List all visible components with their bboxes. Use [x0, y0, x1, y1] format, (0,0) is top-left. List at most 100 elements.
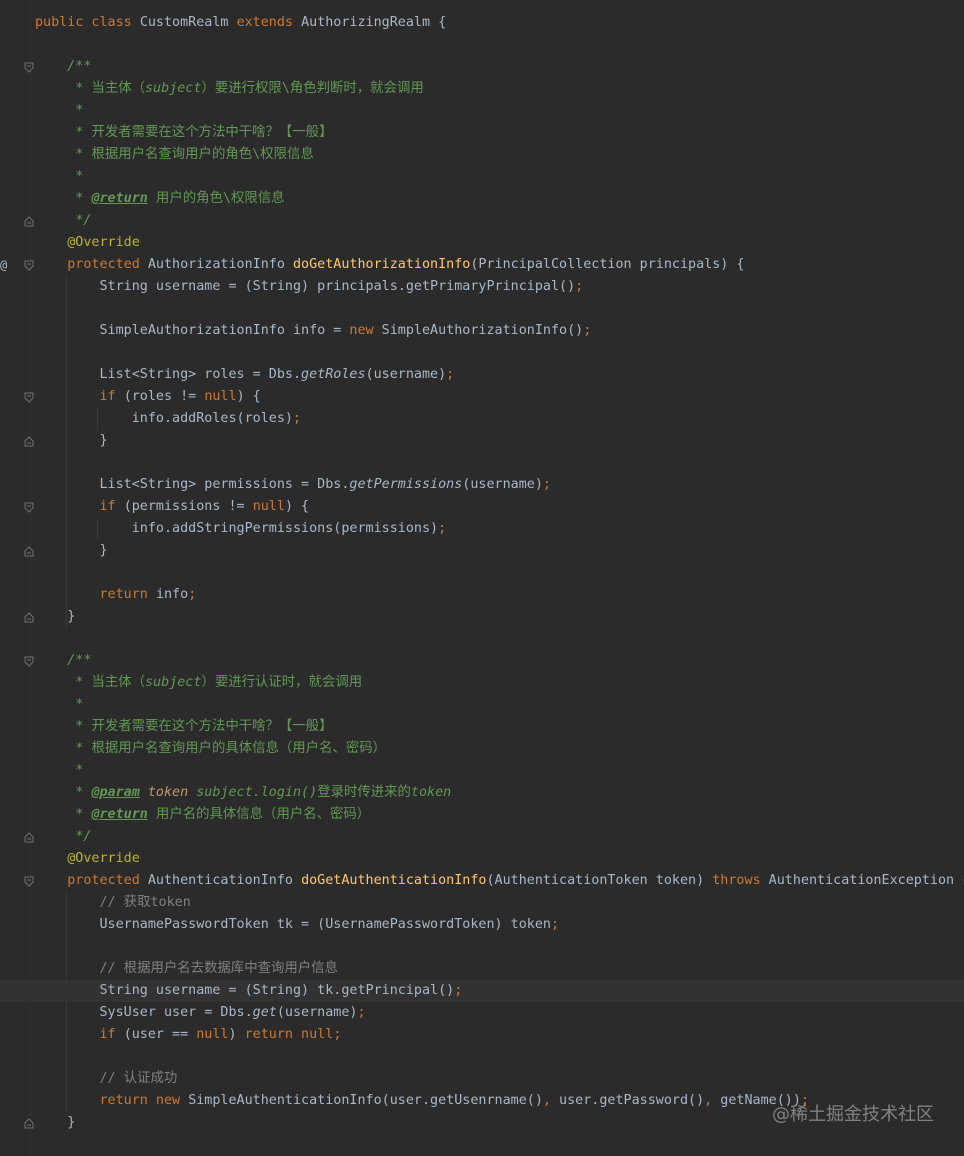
code-line-text: info.addStringPermissions(permissions);: [35, 518, 446, 540]
code-token: 用户名的具体信息（用户名、密码）: [147, 807, 371, 822]
code-line[interactable]: * 当主体（subject）要进行权限\角色判断时，就会调用: [0, 78, 964, 100]
code-line-text: public class CustomRealm extends Authori…: [35, 12, 446, 34]
code-line[interactable]: [0, 936, 964, 958]
code-line[interactable]: [0, 452, 964, 474]
code-line[interactable]: [0, 34, 964, 56]
code-line[interactable]: info.addRoles(roles);: [0, 408, 964, 430]
code-token: (PrincipalCollection principals) {: [470, 257, 745, 272]
code-line[interactable]: *: [0, 100, 964, 122]
code-token: SimpleAuthorizationInfo info =: [35, 323, 350, 338]
code-line[interactable]: [0, 1046, 964, 1068]
code-line[interactable]: String username = (String) principals.ge…: [0, 276, 964, 298]
code-line[interactable]: if (permissions != null) {: [0, 496, 964, 518]
code-line[interactable]: *: [0, 166, 964, 188]
code-line-text: */: [35, 826, 91, 848]
code-line[interactable]: *: [0, 694, 964, 716]
code-line[interactable]: List<String> permissions = Dbs.getPermis…: [0, 474, 964, 496]
code-token: doGetAuthenticationInfo: [301, 873, 487, 888]
code-line[interactable]: public class CustomRealm extends Authori…: [0, 12, 964, 34]
code-line-text: *: [35, 760, 83, 782]
code-token: SysUser user = Dbs.: [35, 1005, 253, 1020]
code-line-text: info.addRoles(roles);: [35, 408, 301, 430]
code-token: info.addStringPermissions(permissions): [35, 521, 439, 536]
code-token: ;: [550, 917, 560, 932]
code-token: return new: [35, 1093, 189, 1108]
code-line-text: * @return 用户的角色\权限信息: [35, 188, 284, 210]
code-line[interactable]: */: [0, 826, 964, 848]
code-token: 开发者需要在这个方法中干啥？【一般】: [91, 125, 333, 140]
code-line[interactable]: info.addStringPermissions(permissions);: [0, 518, 964, 540]
code-line[interactable]: // 获取token: [0, 892, 964, 914]
code-line[interactable]: if (roles != null) {: [0, 386, 964, 408]
code-line[interactable]: protected AuthenticationInfo doGetAuthen…: [0, 870, 964, 892]
code-line-text: List<String> permissions = Dbs.getPermis…: [35, 474, 551, 496]
code-line-text: protected AuthorizationInfo doGetAuthori…: [35, 254, 744, 276]
code-token: *: [35, 125, 92, 140]
code-line[interactable]: UsernamePasswordToken tk = (UsernamePass…: [0, 914, 964, 936]
code-line-text: }: [35, 1112, 75, 1134]
code-token: protected: [35, 257, 148, 272]
code-token: *: [35, 807, 92, 822]
code-line[interactable]: * 开发者需要在这个方法中干啥？【一般】: [0, 716, 964, 738]
code-token: (username): [276, 1005, 358, 1020]
code-token: token: [139, 785, 189, 800]
code-token: ;: [446, 367, 455, 382]
code-line-text: String username = (String) principals.ge…: [35, 276, 583, 298]
watermark: @稀土掘金技术社区: [772, 1104, 934, 1125]
code-line[interactable]: if (user == null) return null;: [0, 1024, 964, 1046]
code-line-text: * 开发者需要在这个方法中干啥？【一般】: [35, 122, 332, 144]
code-line[interactable]: */: [0, 210, 964, 232]
code-line[interactable]: [0, 342, 964, 364]
code-line[interactable]: * 当主体（subject）要进行认证时，就会调用: [0, 672, 964, 694]
code-line[interactable]: SimpleAuthorizationInfo info = new Simpl…: [0, 320, 964, 342]
code-line[interactable]: @Override: [0, 848, 964, 870]
code-token: subject: [145, 81, 202, 96]
code-token: String username = (String) principals.ge…: [35, 279, 576, 294]
code-line[interactable]: *: [0, 760, 964, 782]
code-line[interactable]: * 开发者需要在这个方法中干啥？【一般】: [0, 122, 964, 144]
code-token: ）要进行认证时，就会调用: [201, 675, 363, 690]
code-token: List<String> permissions = Dbs.: [35, 477, 350, 492]
code-token: }: [35, 609, 76, 624]
code-line[interactable]: [0, 298, 964, 320]
code-line[interactable]: /**: [0, 56, 964, 78]
code-token: info.addRoles(roles): [35, 411, 293, 426]
code-line[interactable]: List<String> roles = Dbs.getRoles(userna…: [0, 364, 964, 386]
code-token: */: [35, 213, 92, 228]
code-line-text: * 开发者需要在这个方法中干啥？【一般】: [35, 716, 332, 738]
code-token: new: [349, 323, 382, 338]
code-token: (username): [462, 477, 543, 492]
code-line[interactable]: // 根据用户名去数据库中查询用户信息: [0, 958, 964, 980]
code-token: ;: [357, 1005, 366, 1020]
code-token: /**: [35, 59, 92, 74]
code-line[interactable]: protected AuthorizationInfo doGetAuthori…: [0, 254, 964, 276]
code-line[interactable]: /**: [0, 650, 964, 672]
code-line[interactable]: * @return 用户名的具体信息（用户名、密码）: [0, 804, 964, 826]
code-line[interactable]: String username = (String) tk.getPrincip…: [0, 980, 964, 1002]
code-line[interactable]: * 根据用户名查询用户的具体信息（用户名、密码）: [0, 738, 964, 760]
code-line[interactable]: // 认证成功: [0, 1068, 964, 1090]
code-area[interactable]: public class CustomRealm extends Authori…: [0, 0, 964, 1156]
code-line-text: /**: [35, 650, 91, 672]
code-line[interactable]: [0, 562, 964, 584]
code-line[interactable]: }: [0, 540, 964, 562]
code-line[interactable]: * @param token subject.login()登录时传进来的tok…: [0, 782, 964, 804]
code-token: getRoles: [301, 367, 366, 382]
code-token: ;: [542, 477, 551, 492]
code-token: ) {: [284, 499, 310, 514]
code-editor[interactable]: @ public class CustomRealm extends Autho…: [0, 0, 964, 1156]
code-line[interactable]: * @return 用户的角色\权限信息: [0, 188, 964, 210]
code-line-text: return info;: [35, 584, 196, 606]
code-line[interactable]: [0, 628, 964, 650]
code-token: *: [35, 191, 92, 206]
code-token: @return: [91, 191, 148, 206]
code-line[interactable]: @Override: [0, 232, 964, 254]
code-line[interactable]: * 根据用户名查询用户的角色\权限信息: [0, 144, 964, 166]
code-line[interactable]: }: [0, 430, 964, 452]
code-line[interactable]: SysUser user = Dbs.get(username);: [0, 1002, 964, 1024]
code-line[interactable]: return info;: [0, 584, 964, 606]
code-line[interactable]: }: [0, 606, 964, 628]
code-token: }: [35, 1115, 76, 1130]
code-token: }: [35, 543, 108, 558]
code-token: *: [35, 169, 84, 184]
